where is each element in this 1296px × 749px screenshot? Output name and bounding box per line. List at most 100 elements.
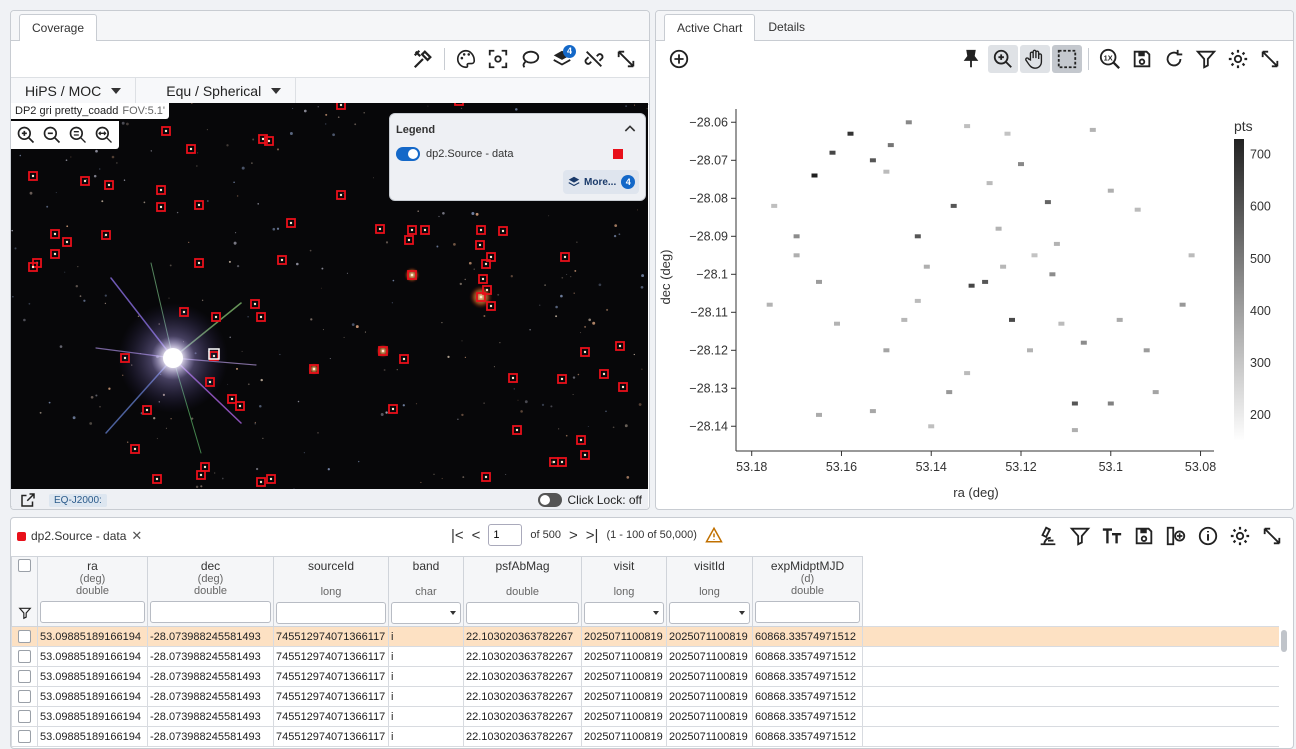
hips-moc-dropdown[interactable]: HiPS / MOC [11, 78, 137, 104]
pan-hand-icon[interactable] [1020, 45, 1050, 73]
heatmap-cell[interactable] [1089, 127, 1096, 132]
heatmap-cell[interactable] [1179, 302, 1186, 307]
zoom-in-icon[interactable] [14, 123, 38, 147]
heatmap-cell[interactable] [1071, 401, 1078, 406]
tools-icon[interactable] [408, 45, 438, 73]
density-heatmap[interactable]: 53.18 53.16 53.14 53.12 53.1 53.08 −28.06 −28.0… [656, 77, 1293, 507]
sky-image-viewer[interactable]: DP2 gri pretty_coadd FOV:5.1' Legend dp2.… [11, 103, 648, 507]
layers-icon[interactable]: 4 [547, 45, 577, 73]
last-page-icon[interactable]: >| [586, 527, 599, 544]
table-tab-chip[interactable]: dp2.Source - data ✕ [17, 528, 142, 544]
table-row[interactable]: 53.09885189166194 -28.073988245581493 7455… [11, 686, 1279, 707]
visitid-filter-select[interactable] [669, 602, 750, 624]
heatmap-cell[interactable] [914, 298, 921, 303]
heatmap-cell[interactable] [1018, 162, 1024, 167]
click-lock-toggle[interactable] [537, 493, 562, 507]
click-lock[interactable]: Click Lock: off [537, 493, 642, 507]
tab-details[interactable]: Details [755, 13, 818, 40]
heatmap-cell[interactable] [1134, 207, 1141, 212]
heatmap-cell[interactable] [964, 371, 971, 376]
add-chart-icon[interactable] [664, 45, 694, 73]
unlink-icon[interactable] [579, 45, 609, 73]
gear-icon[interactable] [1223, 45, 1253, 73]
save-icon[interactable] [1127, 45, 1157, 73]
heatmap-cell[interactable] [883, 348, 890, 353]
zoom-fill-icon[interactable] [92, 123, 116, 147]
column-header-visitid[interactable]: visitId long [666, 556, 753, 627]
first-page-icon[interactable]: |< [451, 527, 464, 544]
layer-visibility-toggle[interactable] [396, 147, 420, 161]
row-checkbox[interactable] [18, 650, 31, 663]
heatmap-cell[interactable] [1031, 253, 1038, 258]
heatmap-cell[interactable] [914, 234, 921, 239]
dec-filter-input[interactable] [150, 601, 271, 623]
heatmap-cell[interactable] [1107, 188, 1114, 193]
coord-sys-dropdown[interactable]: Equ / Spherical [136, 78, 297, 104]
restore-icon[interactable] [1159, 45, 1189, 73]
heatmap-cell[interactable] [829, 150, 836, 155]
heatmap-cell[interactable] [1080, 340, 1087, 345]
heatmap-cell[interactable] [1143, 348, 1150, 353]
zoom-out-icon[interactable] [40, 123, 64, 147]
column-header-sourceid[interactable]: sourceId long [273, 556, 389, 627]
heatmap-cell[interactable] [946, 390, 953, 395]
table-row[interactable]: 53.09885189166194 -28.073988245581493 7455… [11, 726, 1279, 747]
heatmap-cell[interactable] [766, 302, 773, 307]
warning-icon[interactable] [705, 526, 723, 544]
layer-color-swatch[interactable] [613, 149, 623, 159]
heatmap-cell[interactable] [1152, 390, 1159, 395]
heatmap-cell[interactable] [1049, 272, 1056, 277]
filter-icon[interactable] [1191, 45, 1221, 73]
heatmap-cell[interactable] [887, 143, 894, 148]
heatmap-cell[interactable] [968, 283, 975, 288]
heatmap-cell[interactable] [986, 181, 993, 186]
zoom-fit-icon[interactable] [66, 123, 90, 147]
heatmap-cell[interactable] [816, 279, 822, 284]
gear-icon[interactable] [1225, 522, 1255, 550]
sourceid-filter-input[interactable] [276, 602, 386, 624]
table-row[interactable]: 53.09885189166194 -28.073988245581493 7455… [11, 646, 1279, 667]
heatmap-cell[interactable] [883, 169, 890, 174]
filter-icon[interactable] [1065, 522, 1095, 550]
column-header-dec[interactable]: dec (deg) double [147, 556, 274, 627]
heatmap-cell[interactable] [905, 120, 912, 125]
target-icon[interactable] [483, 45, 513, 73]
page-input[interactable] [488, 524, 523, 546]
text-format-icon[interactable] [1097, 522, 1127, 550]
info-icon[interactable] [1193, 522, 1223, 550]
pin-icon[interactable] [956, 45, 986, 73]
heatmap-cell[interactable] [1188, 253, 1195, 258]
column-header-ra[interactable]: ra (deg) double [37, 556, 148, 627]
row-checkbox[interactable] [18, 630, 31, 643]
column-header-expmidptmjd[interactable]: expMidptMJD (d) double [752, 556, 863, 627]
heatmap-cell[interactable] [901, 317, 908, 322]
heatmap-cell[interactable] [847, 131, 854, 136]
heatmap-cell[interactable] [1058, 321, 1065, 326]
heatmap-cell[interactable] [1004, 131, 1011, 136]
heatmap-cell[interactable] [982, 279, 989, 284]
lasso-icon[interactable] [515, 45, 545, 73]
add-column-icon[interactable] [1161, 522, 1191, 550]
close-icon[interactable]: ✕ [131, 528, 142, 544]
table-row[interactable]: 53.09885189166194 -28.073988245581493 7455… [11, 706, 1279, 727]
filter-icon[interactable] [17, 606, 32, 620]
heatmap-cell[interactable] [869, 158, 876, 163]
heatmap-cell[interactable] [793, 253, 800, 258]
row-checkbox[interactable] [18, 710, 31, 723]
tab-coverage[interactable]: Coverage [19, 14, 98, 41]
column-header-psfabmag[interactable]: psfAbMag double [463, 556, 582, 627]
expand-icon[interactable] [1255, 45, 1285, 73]
external-link-icon[interactable] [17, 490, 39, 509]
heatmap-cell[interactable] [1053, 241, 1060, 246]
row-checkbox[interactable] [18, 690, 31, 703]
microscope-icon[interactable] [1033, 522, 1063, 550]
heatmap-cell[interactable] [1071, 428, 1078, 433]
heatmap-cell[interactable] [964, 124, 971, 129]
visit-filter-select[interactable] [584, 602, 664, 624]
heatmap-cell[interactable] [1116, 317, 1123, 322]
heatmap-cell[interactable] [811, 173, 818, 178]
table-row[interactable]: 53.09885189166194 -28.073988245581493 7455… [11, 666, 1279, 687]
save-icon[interactable] [1129, 522, 1159, 550]
column-header-band[interactable]: band char [388, 556, 464, 627]
heatmap-cell[interactable] [950, 203, 957, 208]
